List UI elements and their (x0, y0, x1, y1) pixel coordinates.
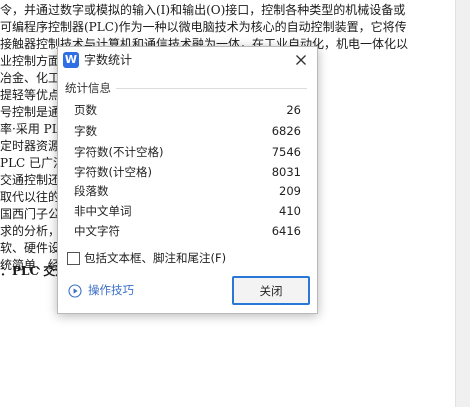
stat-label: 非中文单词 (74, 204, 132, 218)
stat-value: 7546 (271, 145, 301, 159)
play-circle-icon (68, 283, 82, 298)
stat-row-chinese-chars: 中文字符 6416 (74, 221, 301, 241)
stat-value: 410 (279, 204, 301, 218)
checkbox-box[interactable] (67, 252, 80, 265)
stat-row-paragraphs: 段落数 209 (74, 181, 301, 201)
dialog-titlebar[interactable]: W 字数统计 (58, 47, 317, 73)
dialog-title: 字数统计 (84, 53, 133, 67)
wps-writer-icon: W (63, 52, 79, 68)
stat-label: 中文字符 (74, 224, 120, 238)
stat-value: 6416 (271, 224, 301, 238)
vertical-scrollbar[interactable] (455, 0, 470, 407)
stat-value: 6826 (271, 124, 301, 138)
document-line: 令，并通过数字或模拟的输入(I)和输出(O)接口，控制各种类型的机械设备或 (0, 3, 406, 17)
stat-label: 页数 (74, 103, 97, 117)
stat-label: 字符数(计空格) (74, 165, 152, 179)
close-button[interactable]: 关闭 (232, 276, 310, 305)
stat-label: 字符数(不计空格) (74, 145, 164, 159)
stat-row-chars-with-spaces: 字符数(计空格) 8031 (74, 162, 301, 182)
document-line: 取代以往的 (0, 190, 61, 204)
stat-value: 209 (279, 184, 301, 198)
stat-label: 段落数 (74, 184, 109, 198)
stat-value: 8031 (271, 165, 301, 179)
document-line: 可编程序控制器(PLC)作为一种以微电脑技术为核心的自动控制装置，它将传 (0, 20, 407, 34)
tips-link-label[interactable]: 操作技巧 (88, 282, 134, 298)
word-count-dialog: W 字数统计 统计信息 页数 26 字数 6826 字符数(不计空格) 7546… (57, 46, 318, 314)
section-divider (116, 88, 307, 89)
checkbox-label[interactable]: 包括文本框、脚注和尾注(F) (84, 250, 226, 266)
stat-label: 字数 (74, 124, 97, 138)
stat-value: 26 (286, 103, 301, 117)
stat-row-pages: 页数 26 (74, 100, 301, 120)
stat-row-non-chinese-words: 非中文单词 410 (74, 201, 301, 221)
stat-row-chars-no-spaces: 字符数(不计空格) 7546 (74, 142, 301, 162)
close-icon[interactable] (291, 50, 311, 70)
section-title: 统计信息 (65, 81, 111, 95)
stat-row-words: 字数 6826 (74, 121, 301, 141)
document-line: 定时器资源 (0, 139, 61, 153)
